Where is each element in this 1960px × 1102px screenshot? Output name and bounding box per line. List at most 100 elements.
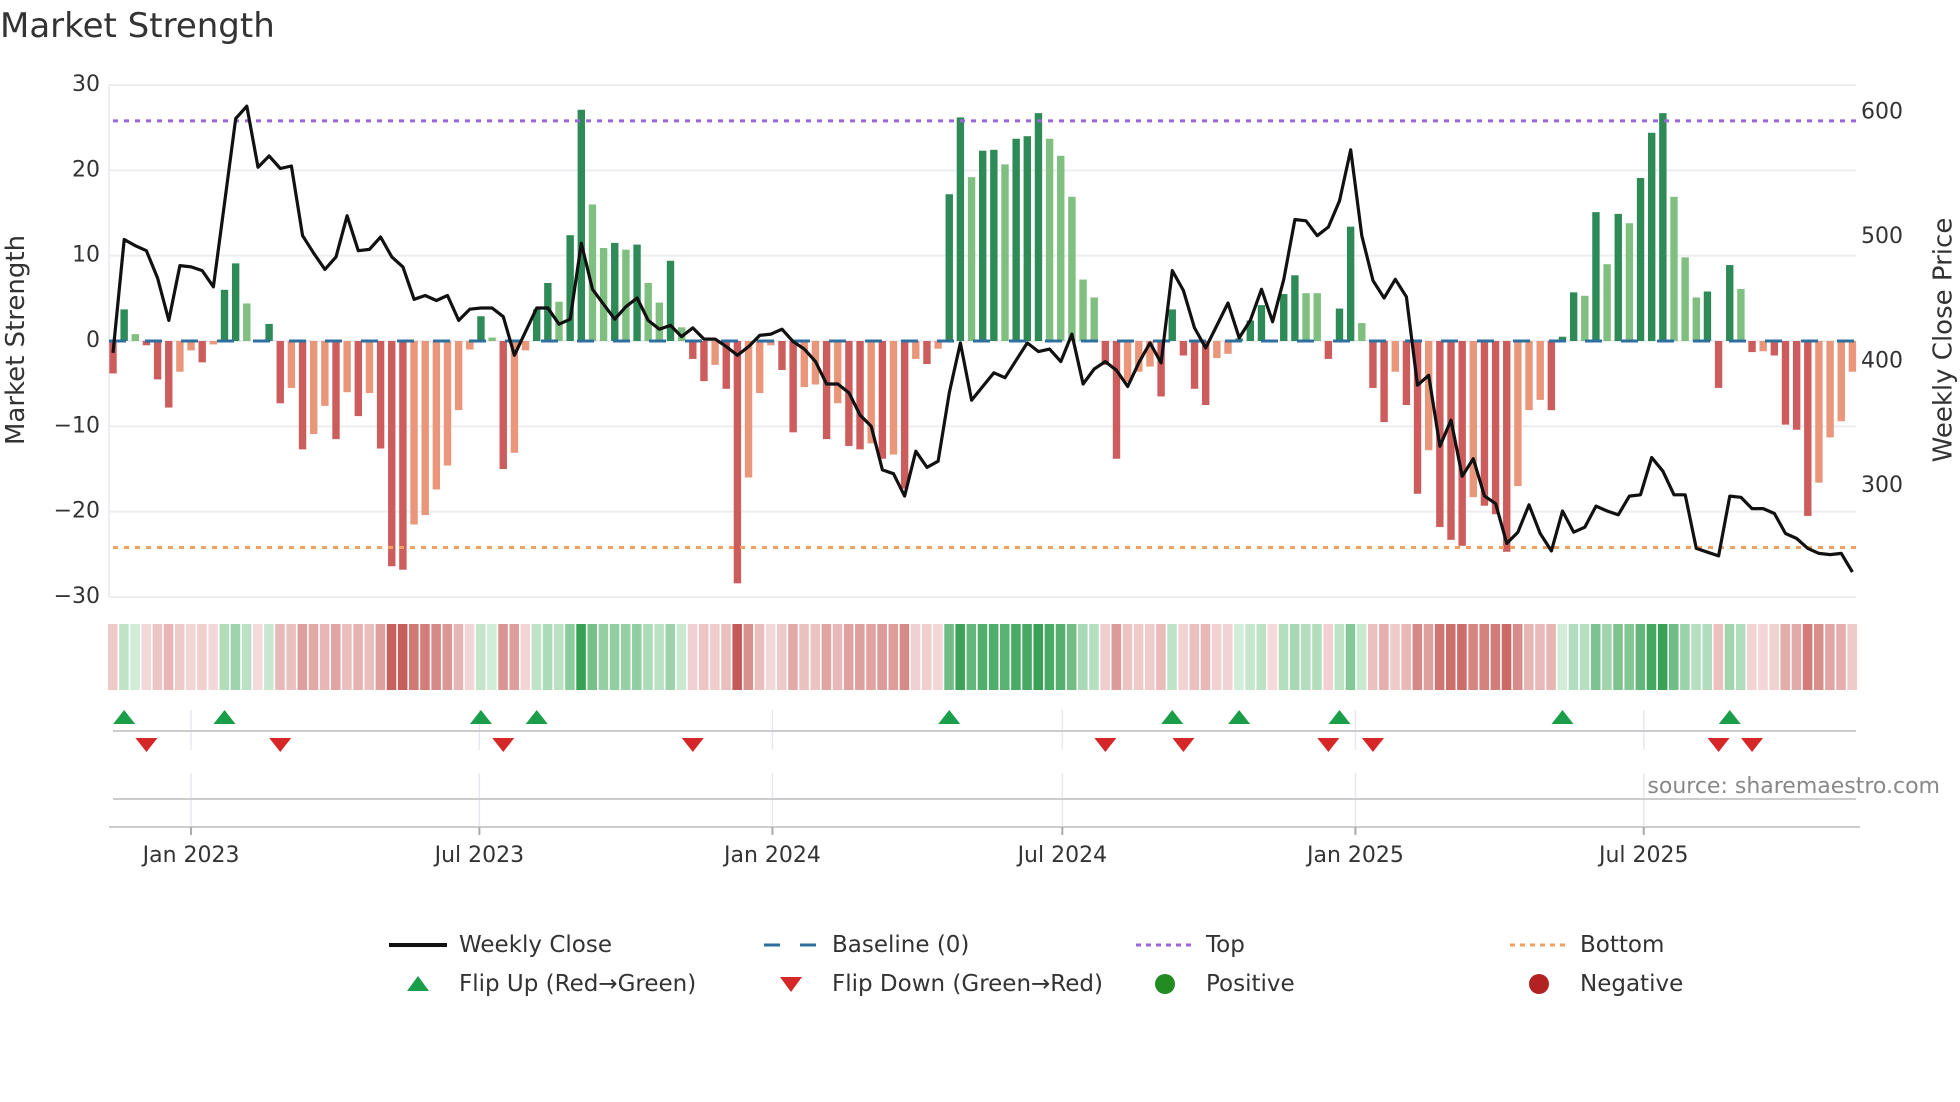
strip-cell <box>186 624 196 690</box>
strip-cell <box>1044 624 1055 690</box>
strength-bar <box>1458 341 1466 546</box>
y2-tick-label: 500 <box>1861 224 1903 249</box>
y-tick-label: 30 <box>72 72 100 97</box>
strip-cell <box>832 624 843 690</box>
strip-cell <box>765 624 776 690</box>
strip-cell <box>1223 624 1233 690</box>
x-tick-label: Jan 2025 <box>1305 843 1404 868</box>
flip-down-marker <box>681 738 704 752</box>
strip-cell <box>1802 624 1813 690</box>
strip-cell <box>944 624 954 690</box>
strip-cell <box>1780 624 1791 690</box>
strip-cell <box>1446 624 1456 690</box>
strip-cell <box>108 624 118 690</box>
strip-cell <box>1669 624 1679 690</box>
strength-bar <box>789 341 797 433</box>
strip-cell <box>1590 624 1601 690</box>
strength-bar <box>1826 341 1834 438</box>
axes: 30 20 10 0 −10 −20 −30 600 500 400 300 Jan 2023 Jul … <box>54 72 1903 868</box>
strip-cell <box>910 624 921 690</box>
strip-cell <box>609 624 620 690</box>
strip-cell <box>754 624 765 690</box>
strength-bar <box>822 341 831 440</box>
strip-cell <box>1267 624 1278 690</box>
strip-cell <box>219 624 230 690</box>
strength-bar <box>287 341 296 388</box>
strength-bar <box>388 341 396 567</box>
strip-cell <box>1144 624 1155 690</box>
strip-cell <box>1055 624 1066 690</box>
strip-cell <box>1379 624 1389 690</box>
strength-bar <box>1759 341 1767 352</box>
strength-bar <box>1603 264 1611 341</box>
strip-cell <box>319 624 330 690</box>
strength-bar <box>1280 294 1288 341</box>
strength-bar <box>1748 341 1756 353</box>
strip-cell <box>286 624 296 690</box>
strip-cell <box>1691 624 1701 690</box>
strength-bar <box>566 235 574 341</box>
strip-cell <box>1412 624 1423 690</box>
flip-down-marker <box>135 738 158 752</box>
strip-cell <box>821 624 832 690</box>
strip-cell <box>643 624 653 690</box>
strip-cell <box>1323 624 1333 690</box>
strip-cell <box>531 624 542 690</box>
strength-bar <box>599 247 608 341</box>
flip-down-marker <box>1317 738 1340 752</box>
strength-bar <box>1402 341 1411 405</box>
strip-cell <box>1234 624 1244 690</box>
strength-bar <box>655 302 664 341</box>
strength-bar <box>265 323 273 341</box>
strength-bar <box>1792 341 1801 430</box>
strength-bar <box>1659 113 1667 341</box>
y-tick-label: −10 <box>54 413 100 438</box>
strength-bar <box>1224 341 1232 354</box>
strip-cell <box>487 624 497 690</box>
strip-cell <box>1813 624 1824 690</box>
flip-up-marker <box>113 710 136 724</box>
strip-cell <box>1836 624 1846 690</box>
strength-bar <box>165 341 173 408</box>
strip-cell <box>1367 624 1378 690</box>
strip-cell <box>654 624 664 690</box>
strip-cell <box>866 624 876 690</box>
strip-cell <box>520 624 531 690</box>
strength-bar <box>889 341 898 455</box>
strip-cell <box>1613 624 1623 690</box>
flip-up-marker <box>938 710 961 724</box>
strength-bar <box>1112 341 1121 459</box>
strip-cell <box>1133 624 1144 690</box>
strip-cell <box>799 624 809 690</box>
strength-bar <box>778 341 786 371</box>
strength-bar <box>1168 309 1176 341</box>
strength-bar <box>912 341 920 359</box>
strip-cell <box>1000 624 1010 690</box>
strip-cell <box>509 624 519 690</box>
strip-cell <box>1066 624 1077 690</box>
strip-cell <box>1657 624 1668 690</box>
strip-cell <box>710 624 720 690</box>
strip-cell <box>554 624 564 690</box>
y2-axis-label: Weekly Close Price <box>1929 218 1959 463</box>
strength-bar <box>733 341 742 584</box>
strength-bar <box>711 341 719 365</box>
strip-cell <box>442 624 453 690</box>
strength-bar <box>689 341 697 359</box>
x-tick-label: Jul 2023 <box>433 843 525 868</box>
strip-cell <box>1312 624 1322 690</box>
strip-cell <box>397 624 408 690</box>
strip-cell <box>241 624 252 690</box>
strength-heat-strip <box>108 624 1857 690</box>
strip-cell <box>364 624 374 690</box>
strip-cell <box>197 624 207 690</box>
strip-cell <box>1390 624 1400 690</box>
strip-cell <box>1256 624 1266 690</box>
strength-bar <box>1547 341 1556 411</box>
strip-cell <box>632 624 642 690</box>
strength-bar <box>1391 341 1399 372</box>
strength-bar <box>1648 132 1656 341</box>
strip-cell <box>1122 624 1133 690</box>
strength-bar <box>410 341 418 525</box>
strength-bar <box>220 289 229 341</box>
